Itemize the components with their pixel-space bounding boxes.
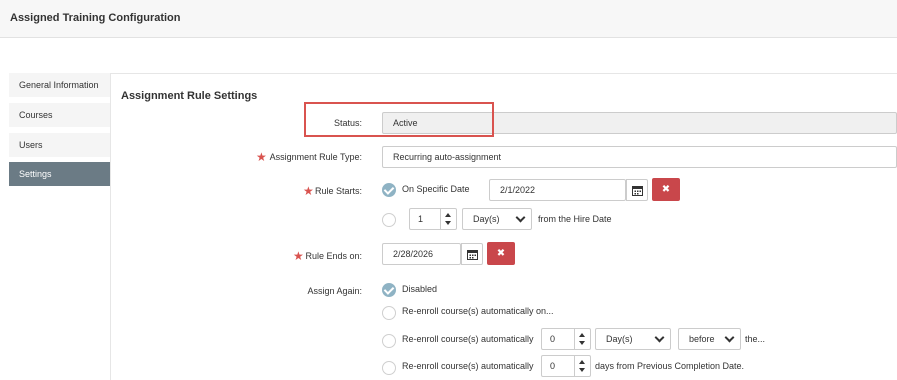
rule-starts-label: Rule Starts: [314, 186, 362, 196]
status-highlight-box [304, 102, 494, 137]
stepper-value: 0 [550, 361, 556, 371]
assign-again-relative-radio[interactable] [382, 334, 396, 348]
clear-start-date-button[interactable]: ✖ [652, 178, 680, 201]
assign-again-disabled-radio[interactable] [382, 283, 396, 297]
select-value: Day(s) [606, 334, 633, 344]
assign-again-relative-label: Re-enroll course(s) automatically [402, 334, 534, 344]
sidebar-item-courses[interactable]: Courses [9, 103, 110, 129]
assign-again-completion-stepper[interactable]: 0 [541, 355, 591, 377]
close-icon: ✖ [661, 184, 671, 195]
sidebar-item-label: Courses [19, 110, 53, 120]
arrow-down-icon[interactable] [445, 221, 451, 225]
clear-end-date-button[interactable]: ✖ [487, 242, 515, 265]
calendar-glyph [467, 250, 478, 260]
rule-starts-offset-radio[interactable] [382, 213, 396, 227]
stepper-arrows[interactable] [440, 209, 456, 229]
rule-start-date-value: 2/1/2022 [500, 185, 536, 195]
rule-end-date-value: 2/28/2026 [393, 249, 434, 259]
arrow-down-icon[interactable] [579, 341, 585, 345]
chevron-down-icon [654, 332, 665, 343]
rule-start-date-input[interactable]: 2/1/2022 [489, 179, 626, 201]
calendar-icon[interactable] [461, 243, 483, 265]
rule-type-value: Recurring auto-assignment [393, 152, 502, 162]
chevron-down-icon [724, 332, 735, 343]
sidebar-item-label: General Information [19, 80, 99, 90]
arrow-up-icon[interactable] [579, 360, 585, 364]
arrow-up-icon[interactable] [579, 333, 585, 337]
rule-ends-label: Rule Ends on: [305, 251, 362, 261]
sidebar-item-settings[interactable]: Settings [9, 162, 110, 188]
stepper-arrows[interactable] [574, 356, 590, 376]
assign-again-completion-label: Re-enroll course(s) automatically [402, 361, 534, 371]
select-value: before [689, 334, 715, 344]
arrow-down-icon[interactable] [579, 368, 585, 372]
assign-again-unit-select[interactable]: Day(s) [595, 328, 671, 350]
calendar-icon[interactable] [626, 179, 648, 201]
rule-starts-specific-label: On Specific Date [402, 184, 470, 194]
assign-again-relative-stepper[interactable]: 0 [541, 328, 591, 350]
assign-again-on-label: Re-enroll course(s) automatically on... [402, 306, 554, 316]
sidebar-item-label: Settings [19, 169, 52, 179]
assign-again-relative-suffix: the... [745, 334, 766, 344]
close-icon: ✖ [496, 248, 506, 259]
assign-again-disabled-label: Disabled [402, 284, 438, 294]
calendar-glyph [632, 186, 643, 196]
stepper-value: 1 [418, 214, 424, 224]
select-value: Day(s) [473, 214, 500, 224]
stepper-value: 0 [550, 334, 556, 344]
rule-end-date-input[interactable]: 2/28/2026 [382, 243, 461, 265]
section-title: Assignment Rule Settings [121, 90, 258, 102]
chevron-down-icon [515, 212, 526, 223]
page-title: Assigned Training Configuration [10, 12, 181, 24]
sidebar-item-general-information[interactable]: General Information [9, 73, 110, 99]
rule-starts-unit-select[interactable]: Day(s) [462, 208, 532, 230]
arrow-up-icon[interactable] [445, 213, 451, 217]
rule-starts-specific-radio[interactable] [382, 183, 396, 197]
rule-starts-offset-suffix: from the Hire Date [538, 214, 612, 224]
rule-type-field[interactable]: Recurring auto-assignment [382, 146, 897, 168]
sidebar-item-label: Users [19, 140, 43, 150]
assign-again-label: Assign Again: [307, 286, 362, 296]
assign-again-on-radio[interactable] [382, 306, 396, 320]
stepper-arrows[interactable] [574, 329, 590, 349]
assign-again-completion-suffix: days from Previous Completion Date. [595, 361, 745, 371]
assign-again-completion-radio[interactable] [382, 361, 396, 375]
sidebar-item-users[interactable]: Users [9, 133, 110, 159]
page-header: Assigned Training Configuration [0, 0, 897, 38]
rule-starts-offset-stepper[interactable]: 1 [409, 208, 457, 230]
assign-again-when-select[interactable]: before [678, 328, 741, 350]
rule-type-label: Assignment Rule Type: [269, 152, 362, 162]
